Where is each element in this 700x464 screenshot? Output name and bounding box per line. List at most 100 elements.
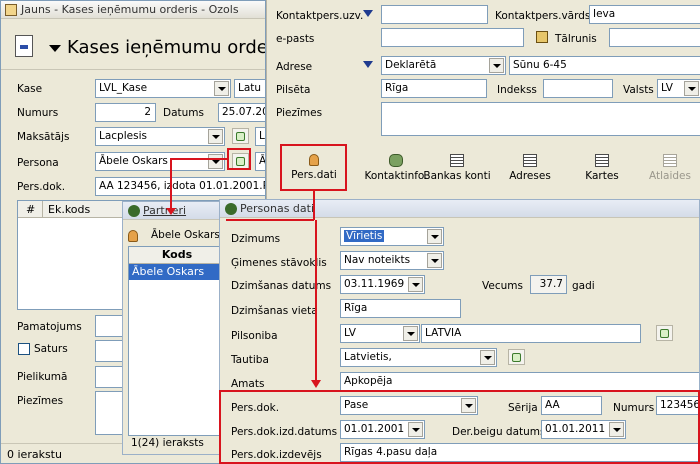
epasts-field[interactable] xyxy=(381,28,524,47)
kase-currency-field[interactable]: Latu k xyxy=(234,79,265,98)
main-window-titlebar: Jauns - Kases ieņēmumu orderis - Ozols xyxy=(1,1,265,19)
pilseta-label: Pilsēta xyxy=(276,84,311,96)
pilsoniba-code-select[interactable]: LV xyxy=(340,324,420,343)
partneri-status: 1(24) ieraksts xyxy=(131,437,204,449)
personas-dati-titlebar: Personas dati xyxy=(220,200,699,218)
kontaktpers-vards-field[interactable]: Ieva xyxy=(589,5,700,24)
valsts-label: Valsts xyxy=(623,84,654,96)
kontaktpers-uzv-field[interactable] xyxy=(381,5,488,24)
main-window-title: Jauns - Kases ieņēmumu orderis - Ozols xyxy=(21,3,239,16)
partneri-grid-header[interactable]: Kods xyxy=(129,247,225,264)
piezimes-label: Piezīmes xyxy=(17,395,64,407)
bankas-konti-label: Bankas konti xyxy=(423,170,491,182)
dzimums-select[interactable]: Vīrietis xyxy=(340,227,444,246)
persona-extra-field[interactable]: Ā xyxy=(255,152,265,171)
maksatajs-lookup-icon[interactable] xyxy=(232,128,249,144)
highlight-persona-lookup xyxy=(227,148,251,170)
pilsoniba-label: Pilsoniba xyxy=(231,330,278,342)
app-icon xyxy=(5,4,17,16)
kontaktpers-vards-label: Kontaktpers.vārds xyxy=(495,10,591,22)
grid-col-divider xyxy=(42,201,43,218)
persdok-label: Pers.dok. xyxy=(17,181,66,193)
talrunis-label: Tālrunis xyxy=(555,33,597,45)
kase-label: Kase xyxy=(17,83,43,95)
connector-persona-arrow xyxy=(166,208,176,215)
heading-menu-arrow[interactable] xyxy=(49,45,61,52)
epasts-label: e-pasts xyxy=(276,33,315,45)
partneri-title: Partneri xyxy=(143,204,187,217)
connector-persdati-h xyxy=(226,219,314,221)
piezimes-right-field[interactable] xyxy=(381,102,700,136)
partneri-grid[interactable]: Kods Ābele Oskars xyxy=(128,246,225,436)
partneri-search-icon xyxy=(128,230,138,242)
vecums-label: Vecums xyxy=(482,280,523,292)
handshake-icon xyxy=(389,154,403,167)
atlaides-button[interactable]: Atlaides xyxy=(637,148,700,190)
piezimes-label-right: Piezīmes xyxy=(276,107,323,119)
numurs-field[interactable]: 2 xyxy=(95,103,156,122)
pilsoniba-lookup-icon[interactable] xyxy=(656,325,673,341)
gimenes-select[interactable]: Nav noteikts xyxy=(340,251,444,270)
pamatojums-label: Pamatojums xyxy=(17,321,82,333)
kontaktpers-sort-icon[interactable] xyxy=(363,10,373,17)
maksatajs-extra-field[interactable]: L xyxy=(255,127,265,146)
adreses-button[interactable]: Adreses xyxy=(497,148,563,190)
partneri-logo-icon xyxy=(128,205,140,217)
connector-persdati-v2 xyxy=(315,220,317,380)
saturs-label: Saturs xyxy=(34,343,68,355)
valsts-select[interactable]: LV xyxy=(657,79,700,98)
kase-select[interactable]: LVL_Kase xyxy=(95,79,231,98)
document-icon xyxy=(15,35,33,57)
saturs-checkbox[interactable] xyxy=(18,343,30,355)
amats-field[interactable]: Apkopēja xyxy=(340,372,699,391)
kartes-button[interactable]: Kartes xyxy=(569,148,635,190)
vecums-field: 37.7 xyxy=(530,275,567,294)
dzimsanas-datums-field[interactable]: 03.11.1969 xyxy=(340,275,425,294)
numurs-label: Numurs xyxy=(17,107,59,119)
kontaktinfo-button[interactable]: Kontaktinfo. xyxy=(363,148,429,190)
highlight-pers-dati-button xyxy=(280,144,347,191)
adrese-label: Adrese xyxy=(276,61,313,73)
adrese-sort-icon[interactable] xyxy=(363,61,373,68)
heading-divider xyxy=(1,69,265,70)
datums-field[interactable]: 25.07.20 xyxy=(218,103,265,122)
adrese-type-select[interactable]: Deklarētā xyxy=(381,56,506,75)
vecums-unit: gadi xyxy=(572,280,595,292)
phone-book-icon xyxy=(536,31,548,43)
pielikuma-label: Pielikumā xyxy=(17,371,68,383)
pilsoniba-name-field[interactable]: LATVIA xyxy=(421,324,641,343)
bankas-konti-button[interactable]: Bankas konti xyxy=(423,148,491,190)
partneri-row[interactable]: Ābele Oskars xyxy=(129,264,225,280)
kartes-label: Kartes xyxy=(585,170,619,182)
list-icon xyxy=(450,154,464,167)
pilseta-field[interactable]: Rīga xyxy=(381,79,487,98)
tautiba-lookup-icon[interactable] xyxy=(508,349,525,365)
connector-persona-h xyxy=(170,158,228,160)
dzimsanas-vieta-field[interactable]: Rīga xyxy=(340,299,461,318)
pielikuma-field[interactable] xyxy=(95,366,125,388)
kontaktpers-uzv-label: Kontaktpers.uzv. xyxy=(276,10,364,22)
grid-col-ekkods[interactable]: Ek.kods xyxy=(48,203,90,216)
discount-icon xyxy=(663,154,677,167)
indekss-field[interactable] xyxy=(543,79,613,98)
highlight-document-section xyxy=(219,390,700,464)
connector-persona-v xyxy=(170,158,172,210)
maksatajs-select[interactable]: Lacplesis xyxy=(95,127,225,146)
address-list-icon xyxy=(523,154,537,167)
piezimes-field[interactable] xyxy=(95,391,125,435)
personas-dati-logo-icon xyxy=(225,203,237,215)
pamatojums-field[interactable] xyxy=(95,315,125,337)
talrunis-field[interactable] xyxy=(609,28,700,47)
maksatajs-label: Maksātājs xyxy=(17,131,70,143)
connector-persdati-v xyxy=(313,190,315,220)
saturs-field[interactable] xyxy=(95,340,125,362)
tautiba-select[interactable]: Latvietis, xyxy=(340,348,497,367)
connector-persdati-arrow xyxy=(311,380,321,388)
amats-label: Amats xyxy=(231,378,265,390)
indekss-label: Indekss xyxy=(497,84,537,96)
adrese-field[interactable]: Sūnu 6-45 xyxy=(509,56,700,75)
persona-select[interactable]: Ābele Oskars xyxy=(95,152,225,171)
partneri-search-value[interactable]: Ābele Oskars? xyxy=(151,229,225,241)
persdok-field[interactable]: AA 123456, izdota 01.01.2001.Rīga xyxy=(95,177,265,196)
grid-col-num[interactable]: # xyxy=(26,203,35,216)
